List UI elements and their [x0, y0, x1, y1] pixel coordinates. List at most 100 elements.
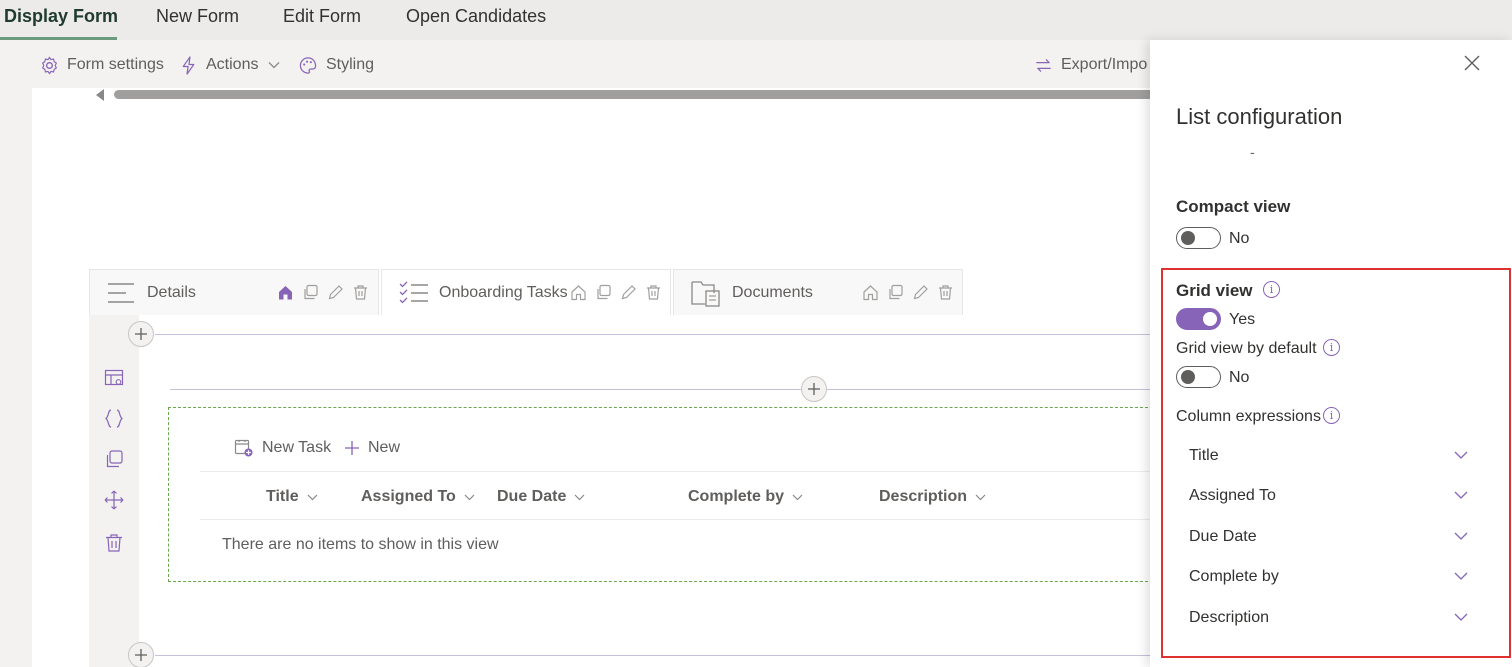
chevron-down-icon [1454, 572, 1468, 580]
grid-view-default-value: No [1229, 369, 1250, 386]
new-button[interactable]: New [344, 437, 400, 459]
grid-view-default-info-icon[interactable]: i [1323, 339, 1340, 356]
row-divider [155, 655, 1150, 656]
export-import-label: Export/Impo [1061, 56, 1148, 73]
arrows-swap-icon [1036, 58, 1051, 72]
chevron-down-icon [269, 62, 280, 69]
new-task-button[interactable]: New Task [234, 437, 331, 459]
grid-view-value: Yes [1229, 311, 1256, 328]
grid-view-default-toggle[interactable] [1176, 366, 1221, 388]
add-row-button[interactable] [128, 642, 154, 667]
home-icon[interactable] [570, 284, 587, 301]
horizontal-scrollbar[interactable] [114, 90, 1154, 99]
column-header-assigned-to[interactable]: Assigned To [361, 486, 475, 508]
column-expression-due-date[interactable]: Due Date [1176, 520, 1478, 554]
edit-icon[interactable] [912, 284, 929, 301]
chevron-down-icon [1454, 491, 1468, 499]
column-expressions-label: Column expressions [1176, 408, 1321, 425]
edit-icon[interactable] [327, 284, 344, 301]
plus-icon [345, 441, 359, 455]
actions-button[interactable]: Actions [180, 54, 288, 76]
copy-icon[interactable] [302, 284, 319, 301]
checklist-icon [399, 281, 428, 304]
delete-icon[interactable] [104, 533, 126, 555]
home-icon[interactable] [277, 284, 294, 301]
chevron-down-icon [792, 494, 803, 500]
form-tab-bar: Display Form New Form Edit Form Open Can… [0, 0, 1512, 40]
plus-icon [135, 328, 147, 340]
copy-icon[interactable] [887, 284, 904, 301]
styling-button[interactable]: Styling [298, 54, 374, 76]
chevron-down-icon [975, 494, 986, 500]
compact-view-toggle[interactable] [1176, 227, 1221, 249]
chevron-down-icon [1454, 451, 1468, 459]
tab-display-form[interactable]: Display Form [4, 0, 118, 40]
chevron-down-icon [307, 494, 318, 500]
column-expression-complete-by[interactable]: Complete by [1176, 560, 1478, 594]
chevron-down-icon [1454, 613, 1468, 621]
column-divider [170, 389, 1150, 390]
palette-icon [299, 56, 317, 74]
export-import-button[interactable]: Export/Impo [1034, 54, 1147, 76]
trash-icon[interactable] [937, 284, 954, 301]
lightning-icon [182, 55, 195, 75]
grid-view-default-label: Grid view by default [1176, 340, 1317, 357]
grid-view-toggle[interactable] [1176, 308, 1221, 330]
folder-documents-icon [691, 281, 720, 307]
grid-view-info-icon[interactable]: i [1263, 281, 1280, 298]
tab-documents-label: Documents [732, 284, 813, 301]
add-row-button[interactable] [128, 321, 154, 347]
column-header-due-date[interactable]: Due Date [497, 486, 585, 508]
edit-icon[interactable] [620, 284, 637, 301]
scroll-left-arrow[interactable] [96, 89, 104, 101]
column-header-description[interactable]: Description [879, 486, 986, 508]
column-header-title[interactable]: Title [266, 486, 318, 508]
tab-documents[interactable]: Documents [673, 269, 963, 315]
chevron-down-icon [574, 494, 585, 500]
styling-label: Styling [326, 56, 375, 73]
panel-dash: - [1250, 144, 1255, 160]
list-header-separator [200, 519, 1150, 520]
plus-icon [808, 383, 820, 395]
tab-details[interactable]: Details [89, 269, 379, 315]
form-settings-button[interactable]: Form settings [40, 54, 164, 76]
compact-view-label: Compact view [1176, 197, 1291, 216]
table-settings-icon[interactable] [104, 368, 126, 390]
add-control-button[interactable] [801, 376, 827, 402]
list-separator [200, 471, 1150, 472]
tab-new-form[interactable]: New Form [156, 0, 239, 40]
empty-list-message: There are no items to show in this view [222, 536, 499, 553]
compact-view-value: No [1229, 230, 1250, 247]
chevron-down-icon [464, 494, 475, 500]
actions-label: Actions [206, 56, 259, 73]
move-icon[interactable] [104, 490, 126, 512]
tab-onboarding-tasks[interactable]: Onboarding Tasks [381, 269, 671, 315]
new-label: New [368, 439, 401, 456]
tab-open-candidates[interactable]: Open Candidates [406, 0, 546, 40]
trash-icon[interactable] [352, 284, 369, 301]
new-task-icon [234, 439, 253, 457]
column-expression-assigned-to[interactable]: Assigned To [1176, 479, 1478, 513]
form-settings-label: Form settings [67, 56, 164, 73]
home-icon[interactable] [862, 284, 879, 301]
code-braces-icon[interactable] [104, 408, 126, 430]
section-tabs: Details Onboarding Tasks Documents [89, 269, 1150, 315]
trash-icon[interactable] [645, 284, 662, 301]
copy-icon[interactable] [595, 284, 612, 301]
chevron-down-icon [1454, 532, 1468, 540]
close-icon[interactable] [1463, 54, 1483, 74]
panel-title: List configuration [1176, 104, 1343, 129]
duplicate-icon[interactable] [104, 449, 126, 471]
column-expression-description[interactable]: Description [1176, 601, 1478, 635]
new-task-label: New Task [262, 439, 332, 456]
tab-edit-form[interactable]: Edit Form [283, 0, 361, 40]
column-header-complete-by[interactable]: Complete by [688, 486, 803, 508]
grid-view-label: Grid view [1176, 281, 1253, 300]
list-lines-icon [108, 283, 134, 303]
plus-icon [135, 649, 147, 661]
column-expression-title[interactable]: Title [1176, 439, 1478, 473]
tab-details-label: Details [147, 284, 196, 301]
tab-onboarding-label: Onboarding Tasks [439, 284, 568, 301]
gear-icon [41, 55, 58, 75]
column-expressions-info-icon[interactable]: i [1323, 407, 1340, 424]
